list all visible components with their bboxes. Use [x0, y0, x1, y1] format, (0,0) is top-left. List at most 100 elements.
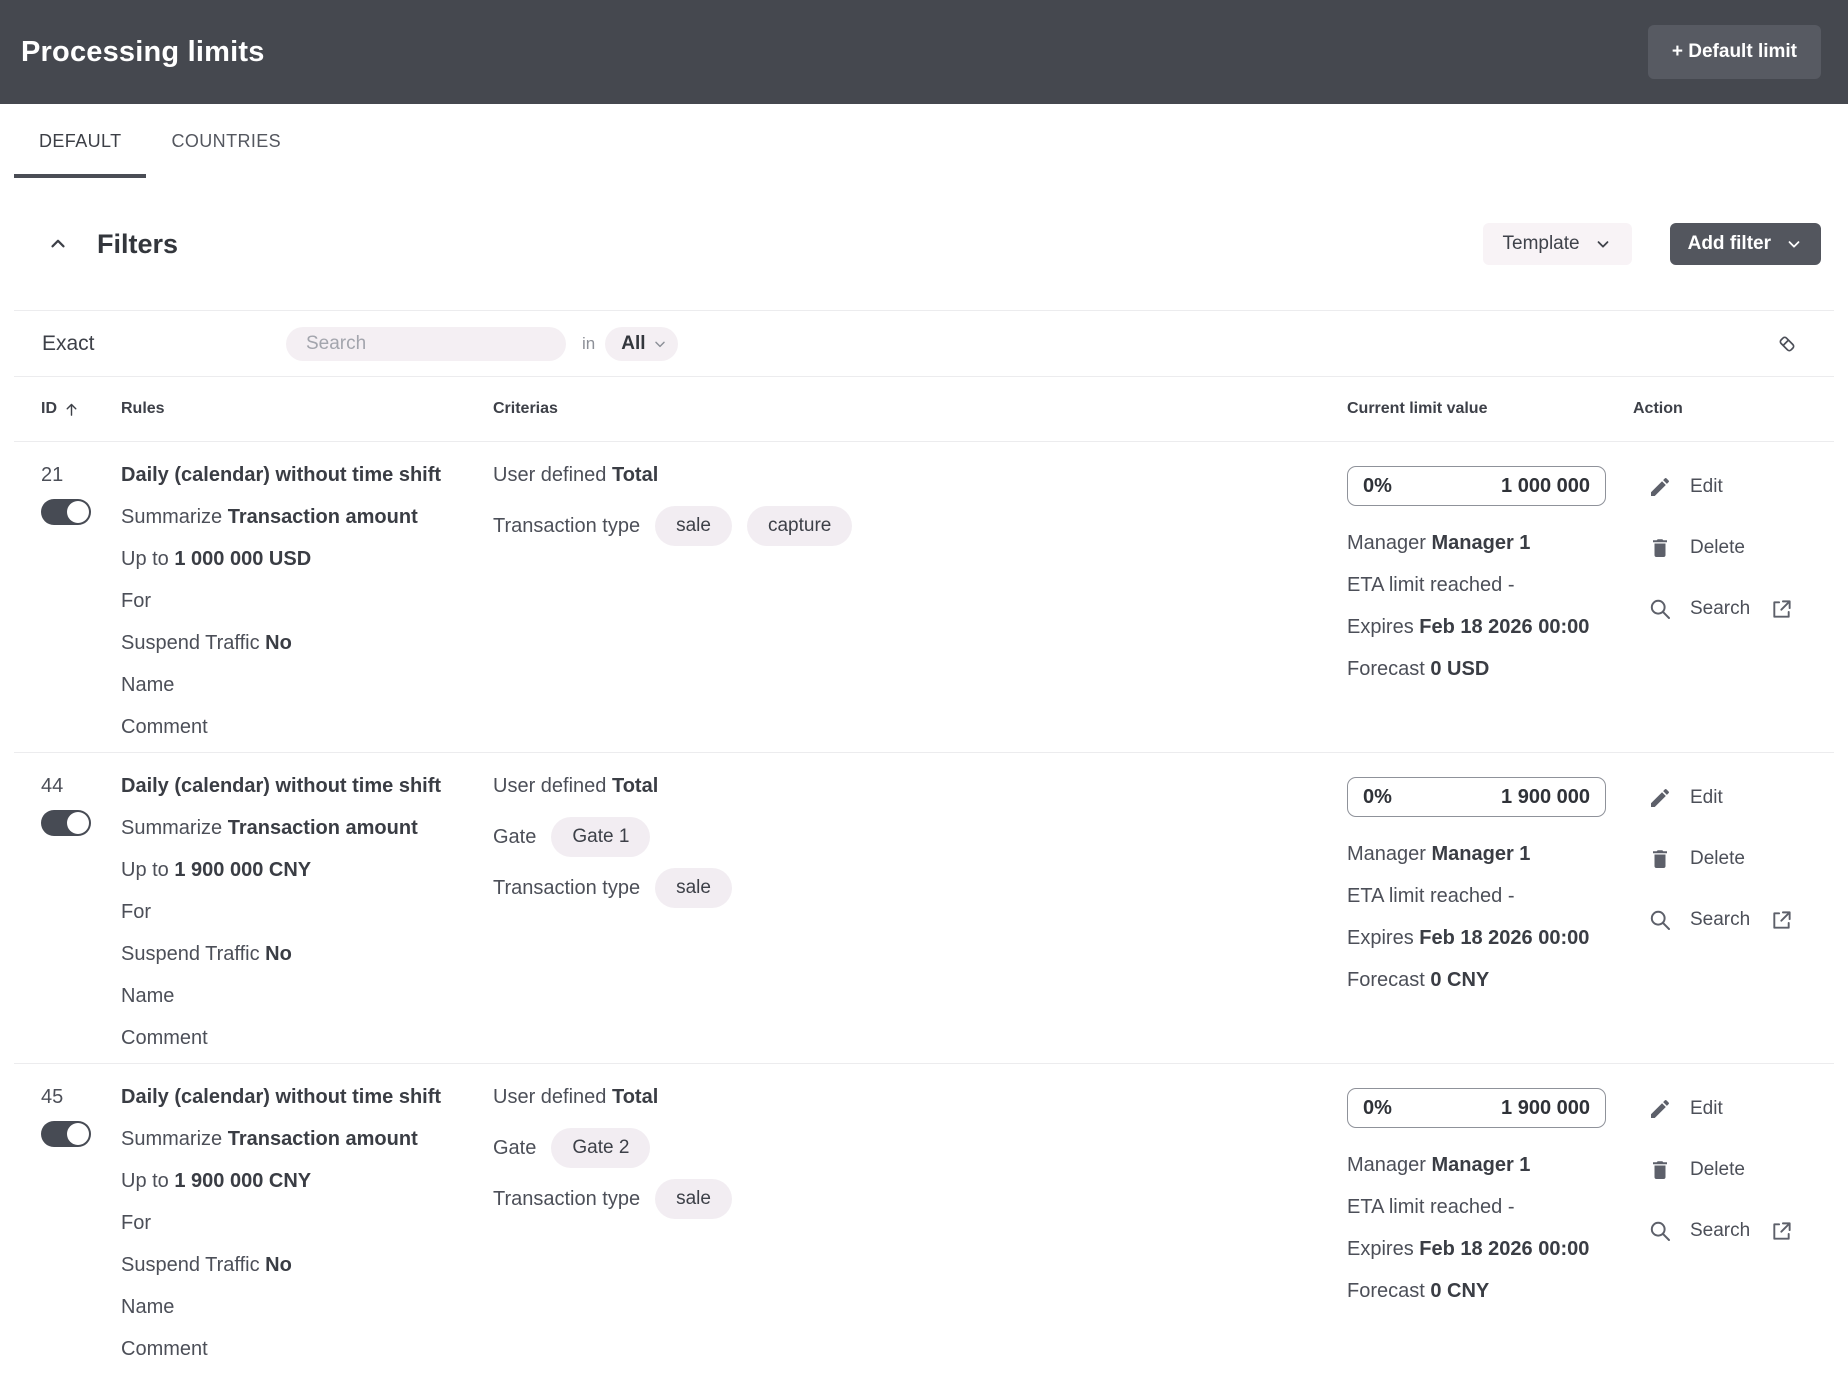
criteria-label: Transaction type	[493, 515, 640, 538]
add-filter-button[interactable]: Add filter	[1670, 223, 1821, 265]
row-enabled-toggle[interactable]	[41, 499, 91, 525]
limit-amount: 1 900 000	[1501, 1097, 1590, 1120]
row-enabled-toggle[interactable]	[41, 810, 91, 836]
limit-info: Manager Manager 1ETA limit reached -Expi…	[1347, 1144, 1633, 1312]
external-link-icon	[1770, 598, 1793, 621]
limits-table-body: 21 Daily (calendar) without time shift Su…	[14, 441, 1834, 1374]
edit-button[interactable]: Edit	[1648, 781, 1723, 815]
row-criterias: User defined TotalGateGate 2Transaction …	[493, 1064, 1347, 1374]
tab-default[interactable]: DEFAULT	[14, 104, 146, 178]
column-header-current-limit: Current limit value	[1347, 400, 1633, 418]
edit-button[interactable]: Edit	[1648, 1092, 1723, 1126]
criteria-line: Transaction typesalecapture	[493, 505, 852, 547]
row-rules: Daily (calendar) without time shift Summa…	[121, 1064, 493, 1374]
limit-info-line: Manager Manager 1	[1347, 522, 1633, 564]
table-row: 21 Daily (calendar) without time shiftSu…	[14, 441, 1834, 752]
rule-label: Suspend Traffic	[121, 632, 260, 654]
search-input[interactable]	[286, 327, 566, 361]
magnifier-icon	[1648, 597, 1672, 621]
limit-info-value: -	[1508, 574, 1515, 596]
in-label: in	[582, 334, 595, 354]
row-actions: Edit Delete Search	[1633, 442, 1834, 752]
criteria-value: Total	[612, 464, 658, 486]
rule-line: Up to 1 900 000 CNY	[121, 1160, 493, 1202]
limit-info-value: Manager 1	[1432, 532, 1531, 554]
row-id: 45	[41, 1076, 121, 1118]
delete-button[interactable]: Delete	[1648, 842, 1745, 876]
filters-collapse-button[interactable]	[47, 233, 69, 255]
search-button[interactable]: Search	[1648, 903, 1793, 937]
edit-button[interactable]: Edit	[1648, 470, 1723, 504]
scope-select[interactable]: All	[605, 327, 677, 361]
limit-amount: 1 900 000	[1501, 786, 1590, 809]
rule-value: Transaction amount	[228, 506, 418, 528]
search-button[interactable]: Search	[1648, 592, 1793, 626]
delete-button[interactable]: Delete	[1648, 531, 1745, 565]
criteria-chip: Gate 2	[551, 1128, 650, 1168]
external-link-icon	[1770, 1220, 1793, 1243]
limit-percent: 0%	[1363, 1097, 1392, 1120]
default-limit-button[interactable]: + Default limit	[1648, 25, 1821, 79]
edit-label: Edit	[1690, 1098, 1723, 1120]
rule-line: For	[121, 1202, 493, 1244]
rule-line: Comment	[121, 1328, 493, 1370]
column-header-action: Action	[1633, 400, 1834, 418]
row-id: 21	[41, 454, 121, 496]
row-id: 44	[41, 765, 121, 807]
criteria-chip: sale	[655, 868, 732, 908]
limit-percent: 0%	[1363, 786, 1392, 809]
rule-line: Daily (calendar) without time shift	[121, 1076, 493, 1118]
delete-label: Delete	[1690, 537, 1745, 559]
limit-info-value: -	[1508, 1196, 1515, 1218]
limit-info-line: Forecast 0 CNY	[1347, 959, 1633, 1001]
arrow-up-icon	[63, 401, 80, 418]
rule-label: Comment	[121, 716, 208, 738]
rule-line: For	[121, 580, 493, 622]
template-label: Template	[1503, 233, 1580, 255]
limit-info-value: 0 CNY	[1430, 1280, 1489, 1302]
rule-line: For	[121, 891, 493, 933]
limit-info-value: Feb 18 2026 00:00	[1419, 927, 1589, 949]
limit-info: Manager Manager 1ETA limit reached -Expi…	[1347, 522, 1633, 690]
chevron-down-icon	[1594, 235, 1612, 253]
tab-countries[interactable]: COUNTRIES	[146, 104, 306, 178]
search-label: Search	[1690, 909, 1750, 931]
top-bar: Processing limits + Default limit	[0, 0, 1848, 104]
filter-row: Exact in All	[14, 310, 1834, 377]
delete-button[interactable]: Delete	[1648, 1153, 1745, 1187]
rule-line: Suspend Traffic No	[121, 933, 493, 975]
row-current-limit: 0% 1 000 000 Manager Manager 1ETA limit …	[1347, 442, 1633, 752]
column-header-id[interactable]: ID	[14, 400, 121, 418]
search-button[interactable]: Search	[1648, 1214, 1793, 1248]
rule-line: Up to 1 000 000 USD	[121, 538, 493, 580]
rule-label: Up to	[121, 859, 169, 881]
trash-icon	[1648, 847, 1672, 871]
filters-title: Filters	[97, 229, 178, 260]
rule-label: Comment	[121, 1338, 208, 1360]
rule-label: Summarize	[121, 1128, 222, 1150]
criteria-value: Total	[612, 775, 658, 797]
toggle-knob	[67, 1123, 89, 1145]
clear-filter-button[interactable]	[1774, 331, 1800, 357]
page-title: Processing limits	[21, 36, 265, 69]
tab-bar: DEFAULT COUNTRIES	[0, 104, 1848, 178]
limit-info-line: Expires Feb 18 2026 00:00	[1347, 1228, 1633, 1270]
rule-line: Name	[121, 975, 493, 1017]
row-enabled-toggle[interactable]	[41, 1121, 91, 1147]
limit-value-box: 0% 1 900 000	[1347, 1088, 1606, 1128]
limit-percent: 0%	[1363, 475, 1392, 498]
rule-value: Daily (calendar) without time shift	[121, 775, 441, 797]
template-button[interactable]: Template	[1483, 223, 1632, 265]
content-area: Filters Template Add filter Exact in All…	[14, 178, 1834, 1374]
row-criterias: User defined TotalTransaction typesaleca…	[493, 442, 1347, 752]
rule-label: Summarize	[121, 506, 222, 528]
limit-value-box: 0% 1 900 000	[1347, 777, 1606, 817]
limit-info-value: -	[1508, 885, 1515, 907]
limit-info-line: Forecast 0 CNY	[1347, 1270, 1633, 1312]
criteria-line: GateGate 1	[493, 816, 650, 858]
search-label: Search	[1690, 598, 1750, 620]
row-actions: Edit Delete Search	[1633, 753, 1834, 1063]
limit-info: Manager Manager 1ETA limit reached -Expi…	[1347, 833, 1633, 1001]
row-actions: Edit Delete Search	[1633, 1064, 1834, 1374]
table-row: 44 Daily (calendar) without time shift Su…	[14, 752, 1834, 1063]
